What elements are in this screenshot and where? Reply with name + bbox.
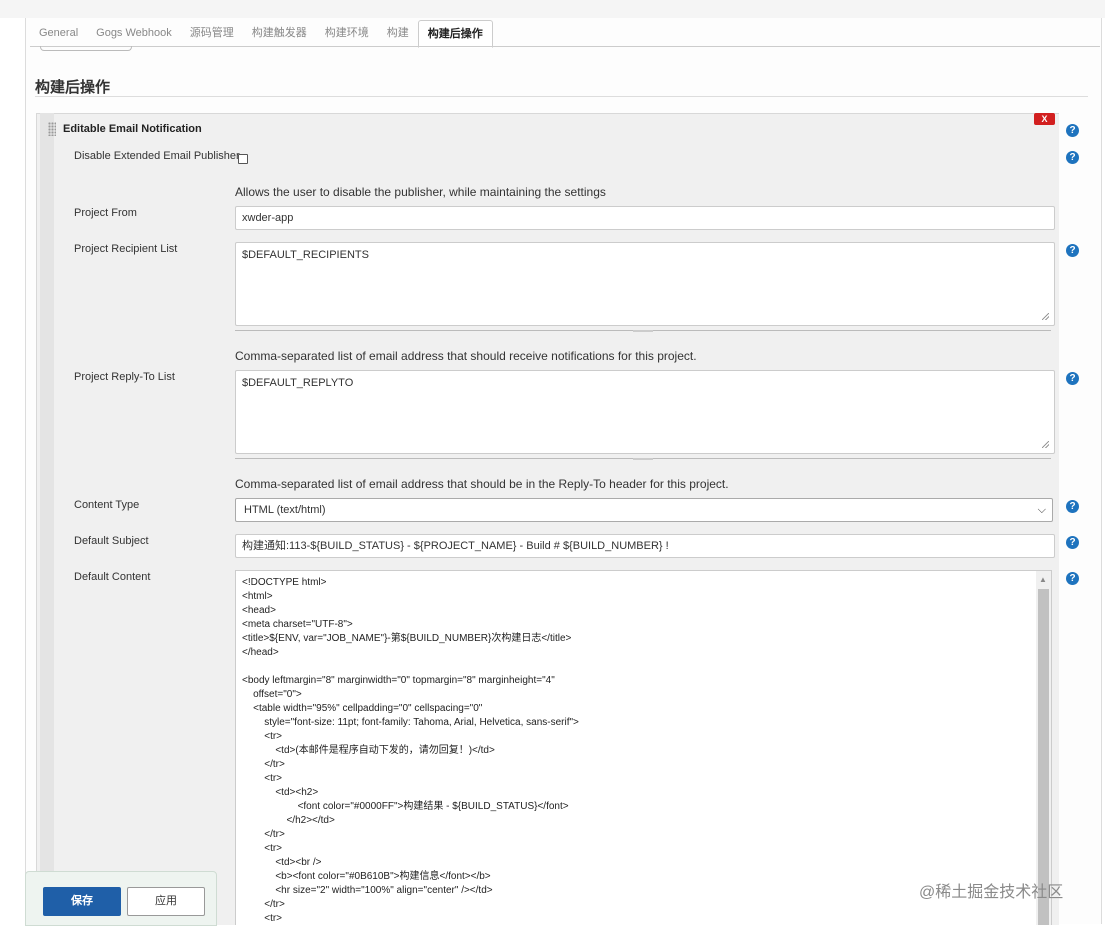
textarea-expand-handle[interactable] — [235, 330, 1051, 334]
code-line: <td><h2> — [242, 787, 319, 798]
default-content-label: Default Content — [74, 571, 151, 583]
previous-section-edge — [40, 46, 132, 51]
code-line: <body leftmargin="8" marginwidth="0" top… — [242, 675, 555, 686]
watermark: @稀土掘金技术社区 — [919, 884, 1064, 901]
code-line: <b><font color="#0B610B">构建信息</font></b> — [242, 871, 491, 882]
vertical-scrollbar[interactable]: ▲ — [1036, 571, 1051, 925]
top-band — [0, 0, 1105, 18]
config-tabs: General Gogs Webhook 源码管理 构建触发器 构建环境 构建 … — [30, 20, 493, 48]
default-subject-label: Default Subject — [74, 535, 149, 547]
code-line: <tr> — [242, 843, 283, 854]
code-line: <head> — [242, 605, 276, 616]
tab-build-triggers[interactable]: 构建触发器 — [243, 20, 316, 46]
code-line: </tr> — [242, 759, 285, 770]
code-line: </tr> — [242, 899, 285, 910]
tab-gogs-webhook[interactable]: Gogs Webhook — [87, 20, 181, 46]
drag-handle-icon[interactable] — [48, 122, 56, 136]
chevron-down-icon: ⌵ — [1037, 504, 1046, 516]
code-line: <!DOCTYPE html> — [242, 577, 327, 588]
code-line: <html> — [242, 591, 273, 602]
help-icon[interactable]: ? — [1066, 124, 1079, 137]
code-line: </tr> — [242, 829, 285, 840]
code-line: <font color="#0000FF">构建结果 - ${BUILD_STA… — [242, 801, 569, 812]
code-line: <tr> — [242, 913, 283, 924]
reply-to-list-description: Comma-separated list of email address th… — [235, 477, 729, 491]
disable-publisher-checkbox[interactable] — [238, 154, 248, 164]
reply-to-list-label: Project Reply-To List — [74, 371, 175, 383]
project-from-input[interactable]: xwder-app — [235, 206, 1055, 230]
block-title: Editable Email Notification — [63, 123, 202, 135]
block-handle-strip — [40, 113, 54, 924]
help-icon[interactable]: ? — [1066, 500, 1079, 513]
recipient-list-label: Project Recipient List — [74, 243, 178, 255]
code-line: <td>(本邮件是程序自动下发的，请勿回复！)</td> — [242, 745, 495, 756]
code-line: <tr> — [242, 731, 283, 742]
scroll-up-arrow-icon[interactable]: ▲ — [1039, 575, 1047, 584]
default-subject-input[interactable]: 构建通知:113-${BUILD_STATUS} - ${PROJECT_NAM… — [235, 534, 1055, 558]
tab-build[interactable]: 构建 — [378, 20, 418, 46]
resize-grip-icon[interactable] — [1042, 313, 1049, 320]
code-line: <table width="95%" cellpadding="0" cells… — [242, 703, 483, 714]
content-type-select[interactable]: HTML (text/html) ⌵ — [235, 498, 1053, 522]
code-line: <hr size="2" width="100%" align="center"… — [242, 885, 493, 896]
tab-source-control[interactable]: 源码管理 — [181, 20, 243, 46]
help-icon[interactable]: ? — [1066, 572, 1079, 585]
code-line: offset="0"> — [242, 689, 302, 700]
reply-to-list-textarea[interactable]: $DEFAULT_REPLYTO — [235, 370, 1055, 454]
apply-button[interactable]: 应用 — [127, 887, 205, 916]
save-button[interactable]: 保存 — [43, 887, 121, 916]
scrollbar-thumb[interactable] — [1038, 589, 1049, 925]
help-icon[interactable]: ? — [1066, 536, 1079, 549]
content-type-value: HTML (text/html) — [244, 504, 326, 516]
code-line: <td><br /> — [242, 857, 322, 868]
code-line: </h2></td> — [242, 815, 335, 826]
code-line: </head> — [242, 647, 279, 658]
tab-build-environment[interactable]: 构建环境 — [316, 20, 378, 46]
project-from-label: Project From — [74, 207, 137, 219]
section-title: 构建后操作 — [35, 79, 111, 96]
code-line: <title>${ENV, var="JOB_NAME"}-第${BUILD_N… — [242, 633, 572, 644]
code-line: style="font-size: 11pt; font-family: Tah… — [242, 717, 579, 728]
help-icon[interactable]: ? — [1066, 244, 1079, 257]
delete-block-button[interactable]: X — [1034, 113, 1055, 125]
help-icon[interactable]: ? — [1066, 151, 1079, 164]
disable-publisher-description: Allows the user to disable the publisher… — [235, 185, 606, 199]
recipient-list-textarea[interactable]: $DEFAULT_RECIPIENTS — [235, 242, 1055, 326]
code-line: <tr> — [242, 773, 283, 784]
section-divider — [35, 96, 1088, 97]
tab-general[interactable]: General — [30, 20, 87, 46]
tab-post-build-actions[interactable]: 构建后操作 — [417, 20, 493, 48]
disable-publisher-label: Disable Extended Email Publisher — [74, 150, 240, 162]
textarea-expand-handle[interactable] — [235, 458, 1051, 462]
recipient-list-description: Comma-separated list of email address th… — [235, 349, 697, 363]
tab-divider — [30, 46, 1100, 47]
help-icon[interactable]: ? — [1066, 372, 1079, 385]
resize-grip-icon[interactable] — [1042, 441, 1049, 448]
content-type-label: Content Type — [74, 499, 140, 511]
code-line: <meta charset="UTF-8"> — [242, 619, 353, 630]
default-content-editor[interactable]: <!DOCTYPE html> <html> <head> <meta charset… — [235, 570, 1052, 925]
